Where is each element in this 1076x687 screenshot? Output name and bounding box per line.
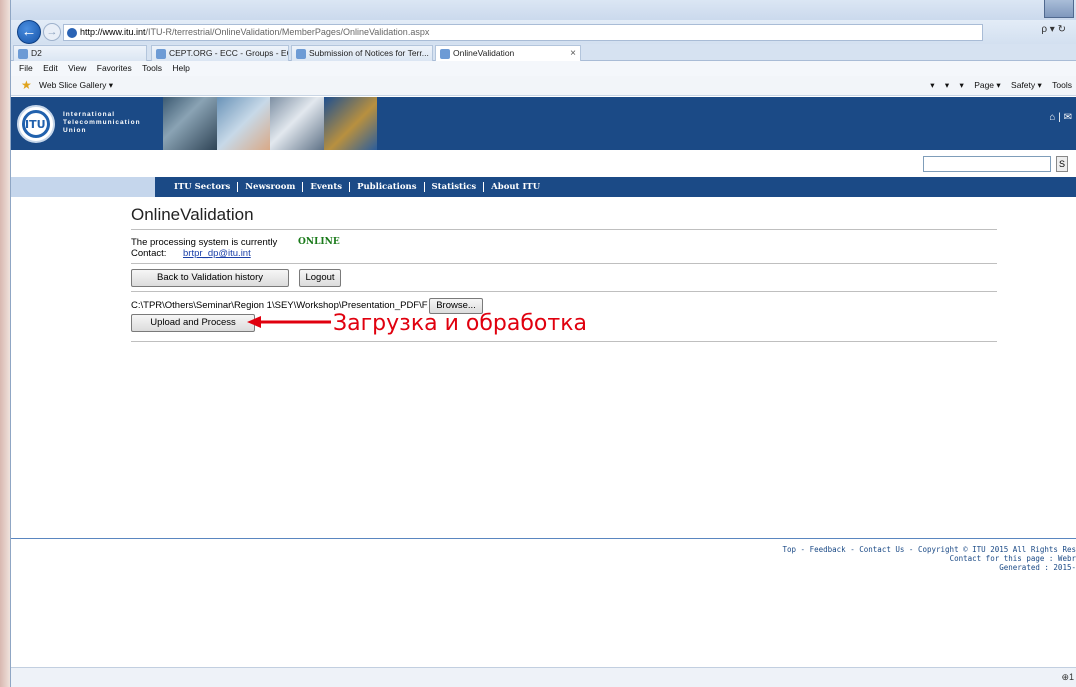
tab-icon xyxy=(156,49,166,59)
page-title: OnlineValidation xyxy=(131,205,254,224)
nav-newsroom[interactable]: Newsroom xyxy=(238,182,304,192)
photo-globe xyxy=(323,97,377,150)
divider xyxy=(131,341,997,342)
photo-keyboard xyxy=(270,97,324,150)
tab-icon xyxy=(440,49,450,59)
back-arrow-icon[interactable]: ← xyxy=(17,20,41,44)
safety-menu[interactable]: Safety ▾ xyxy=(1011,80,1042,90)
logout-button[interactable]: Logout xyxy=(299,269,341,287)
contact-email-link[interactable]: brtpr_dp@itu.int xyxy=(183,248,251,259)
feeds-dropdown[interactable]: ▾ xyxy=(945,80,949,90)
banner-photos xyxy=(163,97,377,150)
footer-generated: Generated : 2015- xyxy=(999,563,1076,572)
menu-bar: File Edit View Favorites Tools Help xyxy=(11,61,1076,76)
close-icon[interactable]: × xyxy=(570,46,576,61)
tab-d2[interactable]: D2 xyxy=(13,45,147,61)
address-tools[interactable]: ρ ▾ ↻ xyxy=(1041,24,1066,35)
minimize-button[interactable] xyxy=(1044,0,1074,18)
favorites-star-icon[interactable]: ★ xyxy=(21,79,32,92)
menu-file[interactable]: File xyxy=(19,63,33,73)
contact-label: Contact: xyxy=(131,248,167,259)
tools-menu[interactable]: Tools xyxy=(1052,80,1072,90)
banner-icons[interactable]: ⌂ | ✉ xyxy=(1049,112,1072,123)
command-bar: ▾ ▾ ▾ Page ▾ Safety ▾ Tools xyxy=(922,76,1072,95)
desktop-edge xyxy=(0,0,10,687)
tab-submission[interactable]: Submission of Notices for Terr... xyxy=(291,45,433,61)
status-badge: ONLINE xyxy=(298,237,340,247)
footer-contact: Contact for this page : Webr xyxy=(949,554,1076,563)
zoom-level[interactable]: ⊕1 xyxy=(1061,672,1074,683)
tab-label: CEPT.ORG - ECC - Groups - EC... xyxy=(169,48,289,58)
tab-cept[interactable]: CEPT.ORG - ECC - Groups - EC... xyxy=(151,45,289,61)
menu-edit[interactable]: Edit xyxy=(43,63,58,73)
annotation-text: Загрузка и обработка xyxy=(333,311,587,336)
address-bar[interactable]: http://www.itu.int/ITU-R/terrestrial/Onl… xyxy=(63,24,983,41)
page-menu[interactable]: Page ▾ xyxy=(974,80,1000,90)
divider xyxy=(131,229,997,230)
print-dropdown[interactable]: ▾ xyxy=(960,80,964,90)
nav-about-itu[interactable]: About ITU xyxy=(484,182,547,192)
nav-events[interactable]: Events xyxy=(303,182,351,192)
web-slice-gallery[interactable]: Web Slice Gallery ▾ xyxy=(39,76,113,95)
status-text: The processing system is currently xyxy=(131,237,278,248)
tab-onlinevalidation[interactable]: OnlineValidation × xyxy=(435,45,581,62)
nav-links: ITU Sectors Newsroom Events Publications Sta… xyxy=(167,177,547,197)
favorites-bar: ★ Web Slice Gallery ▾ ▾ ▾ ▾ Page ▾ Safet… xyxy=(11,76,1076,96)
photo-tower xyxy=(163,97,217,150)
title-bar xyxy=(11,0,1076,22)
back-to-history-button[interactable]: Back to Validation history xyxy=(131,269,289,287)
tab-bar: D2 CEPT.ORG - ECC - Groups - EC... Submi… xyxy=(11,44,1076,62)
nav-statistics[interactable]: Statistics xyxy=(424,182,485,192)
itu-banner: ITU International Telecommunication Unio… xyxy=(11,97,1076,150)
url-host: http://www.itu.int xyxy=(80,27,146,37)
forward-arrow-icon[interactable]: → xyxy=(43,23,61,41)
logo-text: ITU xyxy=(25,118,46,131)
status-bar: ⊕1 xyxy=(11,667,1076,687)
site-search-input[interactable] xyxy=(923,156,1051,172)
org-name-line: International xyxy=(63,111,116,118)
menu-favorites[interactable]: Favorites xyxy=(97,63,132,73)
divider xyxy=(131,263,997,264)
tab-label: D2 xyxy=(31,48,42,58)
annotation-arrow-icon xyxy=(247,316,331,328)
footer-divider xyxy=(11,538,1076,539)
menu-help[interactable]: Help xyxy=(172,63,189,73)
home-dropdown[interactable]: ▾ xyxy=(930,80,934,90)
tab-icon xyxy=(18,49,28,59)
upload-and-process-button[interactable]: Upload and Process xyxy=(131,314,255,332)
tab-icon xyxy=(296,49,306,59)
search-row xyxy=(11,150,1076,177)
site-favicon-icon xyxy=(67,28,77,38)
tab-label: OnlineValidation xyxy=(453,48,515,58)
divider xyxy=(131,291,997,292)
site-search-button[interactable]: S xyxy=(1056,156,1068,172)
main-nav: ITU Sectors Newsroom Events Publications Sta… xyxy=(11,177,1076,197)
url-path: /ITU-R/terrestrial/OnlineValidation/Memb… xyxy=(145,27,430,37)
footer-copyright: Copyright © ITU 2015 All Rights Res xyxy=(917,545,1076,554)
photo-woman-phone xyxy=(216,97,270,150)
org-name: International Telecommunication Union xyxy=(63,111,141,135)
org-name-line: Telecommunication xyxy=(63,119,141,126)
menu-tools[interactable]: Tools xyxy=(142,63,162,73)
footer-links[interactable]: Top - Feedback - Contact Us - xyxy=(782,545,913,554)
itu-logo[interactable]: ITU xyxy=(17,105,55,143)
org-name-line: Union xyxy=(63,127,87,134)
browser-window: ← → http://www.itu.int/ITU-R/terrestrial… xyxy=(10,0,1076,687)
nav-itu-sectors[interactable]: ITU Sectors xyxy=(167,182,239,192)
footer: Top - Feedback - Contact Us - Copyright … xyxy=(782,545,1076,572)
nav-publications[interactable]: Publications xyxy=(350,182,425,192)
menu-view[interactable]: View xyxy=(68,63,86,73)
tab-label: Submission of Notices for Terr... xyxy=(309,48,429,58)
nav-lead xyxy=(11,177,155,197)
